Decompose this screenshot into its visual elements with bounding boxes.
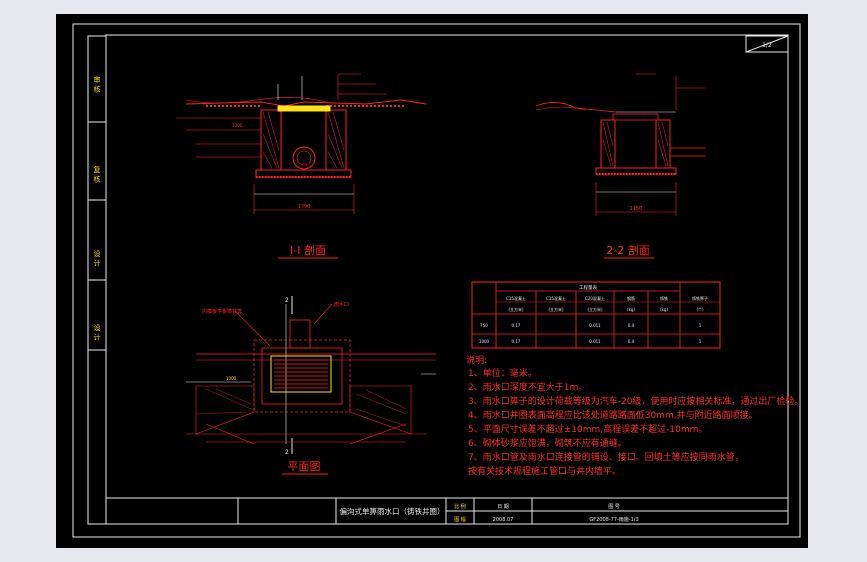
table-cell: 0.4 — [628, 323, 635, 328]
note-line: 5、平面尺寸误差不超过±10mm,高程误差不超过-10mm。 — [468, 423, 707, 435]
sidebar-label: 复 核 — [93, 165, 101, 183]
table-row-label: 1000 — [479, 339, 490, 344]
table-cell: 1 — [699, 339, 702, 344]
notes: 说明: 1、单位：毫米。 2、雨水口深度不宜大于1m。 3、雨水口箅子的设计荷载… — [466, 354, 803, 477]
drawing-canvas: 审 核 复 核 设 计 设 计 1/2 1000 1790 I-I 剖面 115… — [56, 14, 808, 548]
date-label: 日 期 — [497, 504, 509, 510]
table-header: 钢筋 — [627, 295, 635, 301]
title-role: 图 幅 — [454, 516, 466, 523]
table-unit: (立方米) — [587, 306, 603, 312]
table-cell: 0.4 — [628, 339, 635, 344]
date-value: 2008.07 — [493, 517, 514, 523]
table-header: 铸铁箅子 — [692, 295, 708, 301]
sidebar-label: 设 计 — [93, 323, 101, 341]
dimension-label: 1790 — [298, 204, 311, 210]
dimension-label: 1000 — [226, 376, 237, 381]
section-1-1-title: I-I 剖面 — [290, 243, 326, 257]
section-2-2: 1150 2-2 剖面 — [535, 73, 706, 259]
table-cell: 1 — [699, 323, 702, 328]
notes-heading: 说明: — [466, 354, 487, 366]
title-block: 偏沟式单箅雨水口（铸铁井圈） 比 例 图 幅 日 期 2008.07 图 号 G… — [106, 497, 788, 524]
table-cell: 0.17 — [512, 323, 521, 328]
note-line: 1、单位：毫米。 — [468, 367, 537, 379]
dimension-label: 1000 — [232, 123, 243, 128]
note-line: 2、雨水口深度不宜大于1m。 — [468, 381, 587, 393]
sidebar-label: 设 计 — [93, 249, 101, 267]
table-header: 铸铁 — [660, 295, 668, 301]
note-line: 3、雨水口箅子的设计荷载等级为汽车-20级，使用时应按相关标准，通过出厂检验。 — [468, 395, 803, 407]
inner-border — [105, 34, 789, 525]
plan-title: 平面图 — [288, 460, 321, 473]
table-cell: 0.011 — [589, 323, 601, 328]
drawing-number: GF2008-77-雨施-1/3 — [589, 516, 638, 523]
sheet-number: 1/2 — [762, 42, 772, 49]
table-header: C20混凝土 — [585, 295, 605, 301]
section-1-1: 1000 1790 I-I 剖面 — [176, 73, 427, 259]
dimension-label: 1150 — [630, 206, 643, 212]
callout-plan-right: 雨水口 — [334, 301, 349, 308]
title-role: 比 例 — [454, 503, 466, 510]
note-line: 按有关技术规程施工管口与井内墙平。 — [468, 465, 621, 477]
table-cell: 0.011 — [589, 339, 601, 344]
table-unit: (立方米) — [508, 306, 524, 312]
svg-text:2: 2 — [285, 449, 289, 456]
table-header: C15混凝土 — [506, 295, 526, 301]
number-label: 图 号 — [608, 504, 620, 510]
note-line: 4、雨水口井圈表面高程应比该处道路路面低30mm,并与附近路面顺接。 — [468, 409, 758, 421]
sheet-number-box: 1/2 — [745, 35, 789, 53]
table-unit: (kg) — [660, 307, 668, 312]
plan-view: 2 2 1000 内模板平板铸铁箅 雨水口 平面图 — [186, 296, 436, 475]
callout-plan-left: 内模板平板铸铁箅 — [202, 308, 242, 315]
table-unit: (kg) — [627, 307, 635, 312]
table-unit: (个) — [696, 307, 704, 312]
note-line: 6、砌体砂浆应饱满，砌筑不应有通缝。 — [468, 437, 627, 449]
drawing-name: 偏沟式单箅雨水口（铸铁井圈） — [340, 506, 445, 516]
sidebar: 审 核 复 核 设 计 设 计 — [87, 35, 107, 525]
note-line: 7、雨水口管及雨水口连接管的铺设、接口、回填土等应按同雨水管， — [468, 451, 744, 463]
sidebar-label: 审 核 — [93, 75, 101, 93]
section-2-2-title: 2-2 剖面 — [606, 243, 649, 257]
table-unit: (立方米) — [548, 306, 564, 312]
table-group-header: 工程量表 — [579, 284, 597, 291]
cad-drawing: 审 核 复 核 设 计 设 计 1/2 1000 1790 I-I 剖面 115… — [72, 23, 803, 538]
quantity-table: 工程量表 C15混凝土 C15混凝土 C20混凝土 钢筋 铸铁 铸铁箅子 (立方… — [471, 281, 721, 349]
table-header: C15混凝土 — [546, 295, 566, 301]
table-row-label: 750 — [480, 323, 488, 328]
svg-text:2: 2 — [285, 297, 289, 304]
table-cell: 0.17 — [512, 339, 521, 344]
